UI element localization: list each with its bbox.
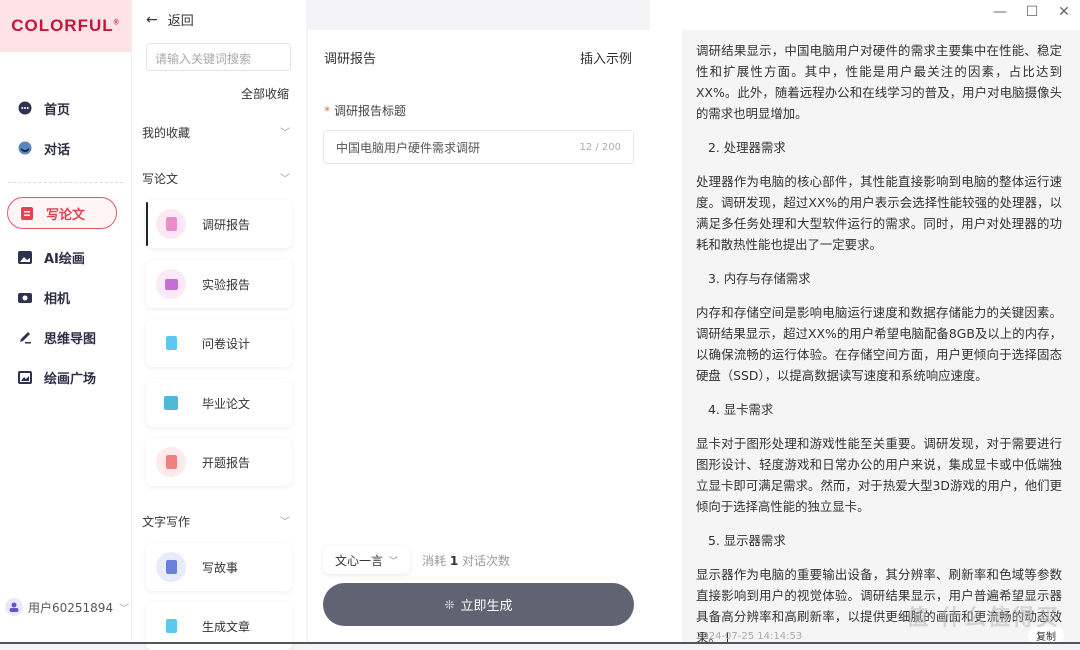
nav-item-write-paper[interactable]: 写论文 xyxy=(7,197,117,229)
form-panel: 调研报告 插入示例 *调研报告标题 中国电脑用户硬件需求调研 12 / 200 … xyxy=(308,30,650,644)
proposal-icon xyxy=(156,447,186,477)
nav-label: 思维导图 xyxy=(44,328,96,347)
spinner-icon: ❊ xyxy=(444,598,454,612)
nav-label: 写论文 xyxy=(46,204,85,223)
output-heading: 3. 内存与存储需求 xyxy=(708,268,1062,289)
card-label: 调研报告 xyxy=(202,216,250,233)
card-label: 问卷设计 xyxy=(202,335,250,352)
output-text-area[interactable]: 调研结果显示，中国电脑用户对硬件的需求主要集中在性能、稳定性和扩展性方面。其中，… xyxy=(682,30,1080,644)
nav-item-chat[interactable]: 对话 xyxy=(0,128,131,168)
generate-button[interactable]: ❊ 立即生成 xyxy=(323,583,634,626)
camera-icon xyxy=(18,290,32,304)
back-label: 返回 xyxy=(168,10,194,29)
group-text-writing[interactable]: 文字写作 ﹀ xyxy=(142,513,290,530)
group-favorites[interactable]: 我的收藏 ﹀ xyxy=(142,124,290,141)
questionnaire-icon xyxy=(156,328,186,358)
document-icon xyxy=(20,206,34,220)
nav-label: 相机 xyxy=(44,288,70,307)
generate-label: 立即生成 xyxy=(461,595,513,614)
output-heading: 4. 显卡需求 xyxy=(708,399,1062,420)
insert-example-button[interactable]: 插入示例 xyxy=(580,48,632,67)
group-title: 写论文 xyxy=(142,170,178,187)
template-card-thesis[interactable]: 毕业论文 xyxy=(146,379,292,427)
chat-bubble-icon xyxy=(18,101,32,115)
gallery-icon xyxy=(18,370,32,384)
nav-item-camera[interactable]: 相机 xyxy=(0,277,131,317)
card-label: 实验报告 xyxy=(202,276,250,293)
chevron-down-icon: ﹀ xyxy=(280,513,290,530)
card-label: 开题报告 xyxy=(202,454,250,471)
template-card-questionnaire[interactable]: 问卷设计 xyxy=(146,319,292,367)
article-icon xyxy=(156,611,186,641)
output-paragraph: 处理器作为电脑的核心部件，其性能直接影响到电脑的整体运行速度。调研发现，超过XX… xyxy=(696,171,1062,255)
minimize-button[interactable]: — xyxy=(984,4,1016,20)
chevron-down-icon: ﹀ xyxy=(280,170,290,187)
cost-number: 1 xyxy=(450,554,458,568)
char-counter: 12 / 200 xyxy=(579,142,621,153)
card-label: 毕业论文 xyxy=(202,395,250,412)
cost-info: 消耗 1 对话次数 xyxy=(422,552,510,569)
group-title: 我的收藏 xyxy=(142,124,190,141)
story-icon xyxy=(156,552,186,582)
template-panel: ← 返回 请输入关键词搜索 全部收缩 我的收藏 ﹀ 写论文 ﹀ 调研报告 实验报… xyxy=(132,0,306,644)
arrow-left-icon: ← xyxy=(146,12,158,28)
username: 用户60251894 xyxy=(28,599,113,616)
nav-label: 首页 xyxy=(44,99,70,118)
nav-item-home[interactable]: 首页 xyxy=(0,88,131,128)
nav-item-ai-painting[interactable]: AI绘画 xyxy=(0,237,131,277)
card-label: 写故事 xyxy=(202,559,238,576)
image-icon xyxy=(18,250,32,264)
chevron-down-icon: ﹀ xyxy=(280,124,290,141)
close-button[interactable]: ✕ xyxy=(1048,4,1080,20)
required-mark: * xyxy=(324,104,330,118)
model-select[interactable]: 文心一言 ﹀ xyxy=(323,546,410,574)
report-title-input[interactable]: 中国电脑用户硬件需求调研 12 / 200 xyxy=(323,130,634,164)
field-value: 中国电脑用户硬件需求调研 xyxy=(336,139,480,156)
cost-suffix: 对话次数 xyxy=(462,554,510,568)
model-label: 文心一言 xyxy=(335,552,383,569)
maximize-button[interactable]: ☐ xyxy=(1016,4,1048,20)
avatar xyxy=(5,598,23,616)
brand-logo[interactable]: COLORFUL® xyxy=(11,16,120,36)
template-card-lab-report[interactable]: 实验报告 xyxy=(146,260,292,308)
template-card-research-report[interactable]: 调研报告 xyxy=(146,200,292,248)
output-paragraph: 调研结果显示，中国电脑用户对硬件的需求主要集中在性能、稳定性和扩展性方面。其中，… xyxy=(696,40,1062,124)
research-report-icon xyxy=(156,209,186,239)
template-card-story[interactable]: 写故事 xyxy=(146,543,292,591)
user-menu[interactable]: 用户60251894 ﹀ xyxy=(5,598,129,616)
output-paragraph: 内存和存储空间是影响电脑运行速度和数据存储能力的关键因素。调研结果显示，超过XX… xyxy=(696,302,1062,386)
form-title: 调研报告 xyxy=(324,48,376,67)
window-controls: — ☐ ✕ xyxy=(984,4,1080,20)
main-nav: COLORFUL® 首页 对话 写论文 AI绘画 相机 思维导图 xyxy=(0,0,132,644)
calendar-icon xyxy=(156,269,186,299)
thesis-icon xyxy=(156,388,186,418)
card-label: 生成文章 xyxy=(202,618,250,635)
nav-label: AI绘画 xyxy=(44,248,85,267)
back-button[interactable]: ← 返回 xyxy=(146,10,194,29)
field-label: * 调研报告标题 xyxy=(324,102,406,119)
robot-icon xyxy=(18,141,32,155)
output-paragraph: 显卡对于图形处理和游戏性能至关重要。调研发现，对于需要进行图形设计、轻度游戏和日… xyxy=(696,433,1062,517)
field-label-text: 调研报告标题 xyxy=(334,104,406,118)
nav-item-gallery[interactable]: 绘画广场 xyxy=(0,357,131,397)
chevron-down-icon: ﹀ xyxy=(119,600,129,615)
chevron-down-icon: ﹀ xyxy=(389,554,398,567)
pen-icon xyxy=(18,330,32,344)
nav-label: 对话 xyxy=(44,139,70,158)
output-heading: 2. 处理器需求 xyxy=(708,137,1062,158)
group-title: 文字写作 xyxy=(142,513,190,530)
timestamp: 2024-07-25 14:14:53 xyxy=(696,631,802,642)
nav-label: 绘画广场 xyxy=(44,368,96,387)
group-write-paper[interactable]: 写论文 ﹀ xyxy=(142,170,290,187)
nav-divider xyxy=(8,182,123,183)
template-card-proposal[interactable]: 开题报告 xyxy=(146,438,292,486)
output-panel: — ☐ ✕ 调研结果显示，中国电脑用户对硬件的需求主要集中在性能、稳定性和扩展性… xyxy=(650,0,1080,644)
search-input[interactable]: 请输入关键词搜索 xyxy=(146,43,291,71)
nav-item-mindmap[interactable]: 思维导图 xyxy=(0,317,131,357)
logo-band: COLORFUL® xyxy=(0,0,131,52)
collapse-all-button[interactable]: 全部收缩 xyxy=(241,85,289,102)
output-heading: 5. 显示器需求 xyxy=(708,530,1062,551)
cost-prefix: 消耗 xyxy=(422,554,446,568)
